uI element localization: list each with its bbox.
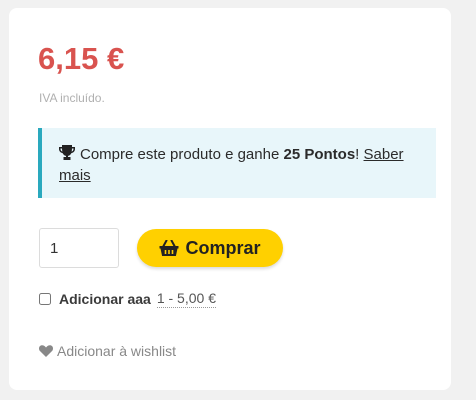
tax-note: IVA incluído. [39, 91, 105, 105]
quantity-input[interactable] [39, 228, 119, 268]
addon-checkbox[interactable] [39, 293, 51, 305]
points-text-before: Compre este produto e ganhe [80, 146, 280, 163]
points-amount: 25 Pontos [283, 146, 356, 163]
product-card: 6,15 € IVA incluído. Compre este produto… [9, 8, 451, 390]
wishlist-label: Adicionar à wishlist [57, 343, 177, 359]
heart-icon [39, 345, 53, 357]
addon-price: 1 - 5,00 € [156, 290, 216, 308]
buy-button[interactable]: Comprar [137, 229, 283, 267]
trophy-icon [59, 145, 75, 160]
points-text-after: ! [355, 146, 360, 163]
addon-label: Adicionar aaa [59, 291, 151, 307]
points-notice: Compre este produto e ganhe 25 Pontos! S… [38, 128, 436, 198]
addon-option: Adicionar aaa 1 - 5,00 € [39, 290, 216, 308]
basket-icon [159, 239, 179, 256]
buy-button-label: Comprar [185, 237, 261, 258]
product-price: 6,15 € [38, 41, 125, 76]
add-to-wishlist[interactable]: Adicionar à wishlist [39, 343, 176, 359]
